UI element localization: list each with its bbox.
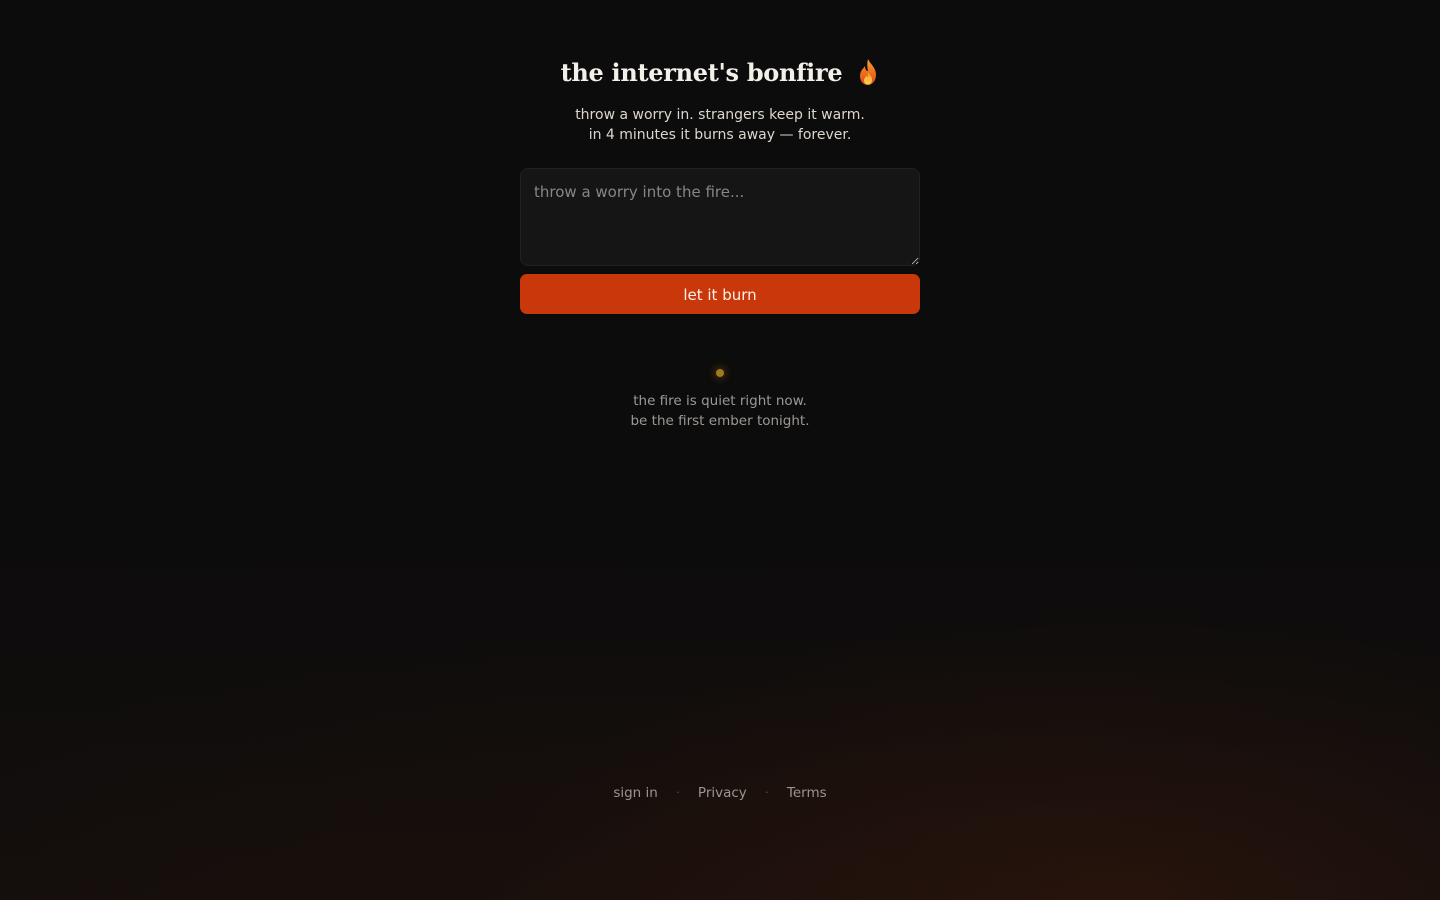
tagline-line-2: in 4 minutes it burns away — forever. — [588, 127, 852, 143]
ember-indicator — [716, 369, 724, 377]
sign-in-link[interactable]: sign in — [613, 785, 658, 801]
worry-input[interactable] — [520, 168, 920, 266]
terms-link[interactable]: Terms — [787, 785, 827, 801]
footer-separator: · — [765, 786, 769, 799]
flame-icon — [857, 58, 879, 86]
tagline: throw a worry in. strangers keep it warm… — [400, 105, 1040, 145]
let-it-burn-button[interactable]: let it burn — [520, 274, 920, 314]
empty-state-line-2: be the first ember tonight. — [630, 413, 810, 429]
tagline-line-1: throw a worry in. strangers keep it warm… — [575, 107, 865, 123]
privacy-link[interactable]: Privacy — [698, 785, 747, 801]
footer-separator: · — [676, 786, 680, 799]
worry-composer — [520, 168, 920, 266]
empty-state-message: the fire is quiet right now. be the firs… — [440, 391, 1000, 431]
header: the internet's bonfire — [400, 58, 1040, 102]
page-title: the internet's bonfire — [560, 58, 843, 87]
empty-state-line-1: the fire is quiet right now. — [633, 393, 807, 409]
footer: sign in · Privacy · Terms — [0, 785, 1440, 801]
